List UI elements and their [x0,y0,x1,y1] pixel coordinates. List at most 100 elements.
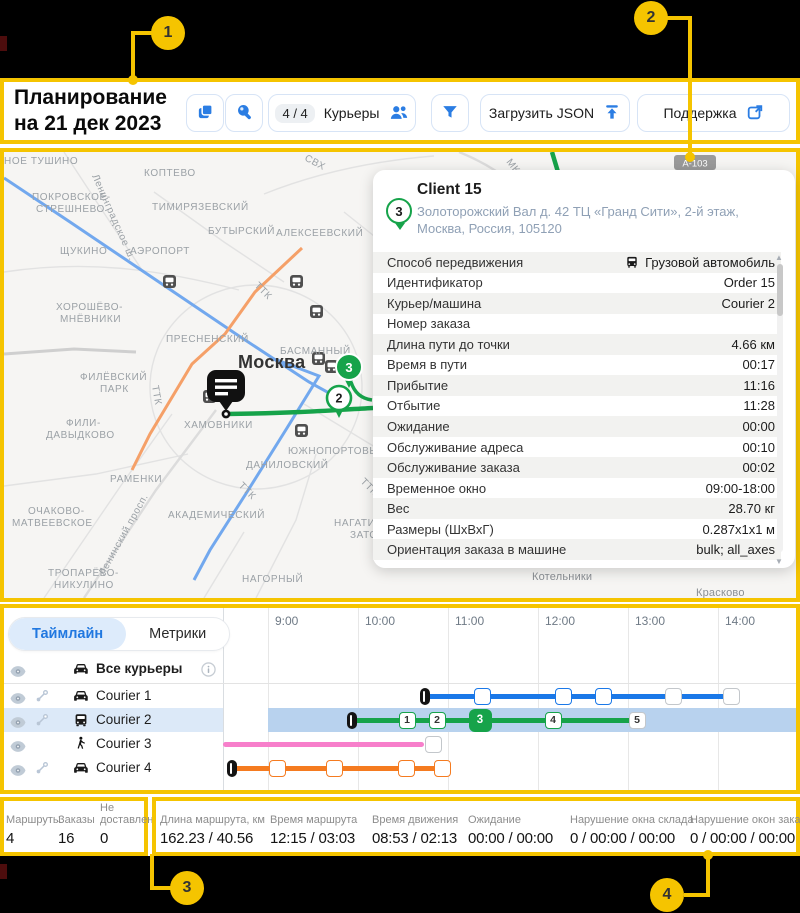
car-icon [73,661,89,682]
timeline-gridline [718,608,719,790]
popup-row-label: Временное окно [387,481,486,496]
timeline-order-point[interactable] [595,688,612,705]
map-district-label: КОПТЕВО [144,168,196,179]
route-icon[interactable] [35,713,49,732]
support-label: Поддержка [663,105,736,121]
filter-button[interactable] [431,94,469,132]
popup-row: Обслуживание адреса 00:10 [373,437,781,458]
timeline-order-point[interactable] [555,688,572,705]
stat-column: Заказы16 [58,814,95,847]
popup-row-value: Грузовой автомобиль [625,255,775,270]
courier-row[interactable]: Courier 2 [4,708,223,732]
popup-row-value: 11:16 [743,378,775,393]
stat-label: Маршруты [6,814,61,826]
route-icon[interactable] [35,761,49,780]
map-district-label: СТРЕШНЕВО [36,204,105,215]
popup-scrollbar-thumb[interactable] [777,264,783,316]
popup-row-label: Идентификатор [387,275,483,290]
popup-row-value: bulk; all_axes [696,542,775,557]
route-timeline-bar[interactable] [425,694,735,699]
timeline-order-point[interactable] [434,760,451,777]
popup-row-label: Ориентация заказа в машине [387,542,566,557]
courier-row[interactable]: Courier 4 [4,756,223,780]
map-district-label: БУТЫРСКИЙ [208,224,275,237]
stat-column: Нарушение окна склада0 / 00:00 / 00:00 [570,814,694,847]
popup-row: Вес28.70 кг [373,498,781,519]
eye-icon[interactable] [10,715,26,733]
route-timeline-bar[interactable] [352,718,637,723]
stat-label: Ожидание [468,814,553,826]
couriers-count-badge: 4 / 4 [275,104,314,123]
map-district-label: НИКУЛИНО [54,580,114,591]
timeline-order-point[interactable] [398,760,415,777]
popup-row: Длина пути до точки4.66 км [373,334,781,355]
copy-routes-button[interactable] [186,94,224,132]
stat-value: 16 [58,830,95,847]
route-timeline-bar[interactable] [223,742,424,747]
route-icon[interactable] [35,689,49,708]
map-district-label: ХАМОВНИКИ [184,420,253,431]
stat-value: 08:53 / 02:13 [372,830,458,847]
popup-row-value: 00:10 [742,440,775,455]
stat-value: 162.23 / 40.56 [160,830,265,847]
courier-row[interactable]: Courier 1 [4,684,223,708]
map-district-label: НОЕ ТУШИНО [4,156,78,167]
popup-row-value: 09:00-18:00 [706,481,775,496]
timeline-order-point[interactable]: 5 [629,712,646,729]
timeline-order-point[interactable] [269,760,286,777]
popup-row-label: Номер заказа [387,316,470,331]
popup-row-label: Обслуживание адреса [387,440,523,455]
popup-row: Номер заказа [373,314,781,335]
timeline-order-point[interactable]: 3 [469,709,492,732]
timeline-order-point[interactable] [326,760,343,777]
map-section[interactable]: НОЕ ТУШИНОПОКРОВСКОЕ-СТРЕШНЕВОКОПТЕВОТИМ… [0,148,800,602]
timeline-order-point[interactable] [665,688,682,705]
stat-value: 12:15 / 03:03 [270,830,357,847]
timeline-order-point[interactable] [425,736,442,753]
courier-row-all[interactable]: Все курьеры [4,655,223,683]
all-couriers-separator [4,683,796,684]
tab-metrics[interactable]: Метрики [126,618,229,650]
timeline-gridline [538,608,539,790]
eye-icon[interactable] [10,763,26,781]
svg-text:2: 2 [336,392,343,406]
timeline-order-point[interactable]: 2 [429,712,446,729]
map-district-label: ЮЖНОПОРТОВЫЙ [288,444,387,457]
stat-value: 00:00 / 00:00 [468,830,553,847]
couriers-button[interactable]: 4 / 4 Курьеры [268,94,416,132]
stat-label: Длина маршрута, км [160,814,265,826]
eye-icon[interactable] [10,664,26,682]
timeline-order-point[interactable]: 1 [399,712,416,729]
screen-artifact [0,864,7,879]
popup-row-label: Обслуживание заказа [387,460,520,475]
courier-row[interactable]: Courier 3 [4,732,223,756]
callout-badge-3: 3 [170,871,204,905]
stat-column: Длина маршрута, км 162.23 / 40.56 [160,814,265,847]
timeline-gridline [628,608,629,790]
svg-text:3: 3 [345,360,352,375]
pedestrian-icon [73,736,88,756]
eye-icon[interactable] [10,739,26,757]
popup-address: Золоторожский Вал д. 42 ТЦ «Гранд Сити»,… [417,203,769,237]
scroll-up-icon[interactable]: ▲ [775,254,783,262]
timeline-order-point[interactable] [474,688,491,705]
upload-json-button[interactable]: Загрузить JSON [480,94,630,132]
route-start-vehicle-marker [227,760,237,777]
map-district-label: ОЧАКОВО- [28,506,85,517]
annotation-top-strip [0,0,800,78]
eye-icon[interactable] [10,691,26,709]
search-button[interactable] [225,94,263,132]
timeline-hour-label: 9:00 [275,614,298,628]
stat-label: Не доставлено [100,802,150,826]
info-icon[interactable] [201,662,216,682]
popup-row: ИдентификаторOrder 15 [373,273,781,294]
callout-4-dot [703,850,713,860]
scroll-down-icon[interactable]: ▼ [775,558,783,566]
stat-column: Не доставлено0 [100,802,150,847]
support-button[interactable]: Поддержка [637,94,790,132]
upload-json-label: Загрузить JSON [489,105,594,121]
timeline-order-point[interactable]: 4 [545,712,562,729]
timeline-order-point[interactable] [723,688,740,705]
tab-timeline[interactable]: Таймлайн [9,618,126,650]
order-popup: 3 Client 15 Золоторожский Вал д. 42 ТЦ «… [373,170,795,568]
